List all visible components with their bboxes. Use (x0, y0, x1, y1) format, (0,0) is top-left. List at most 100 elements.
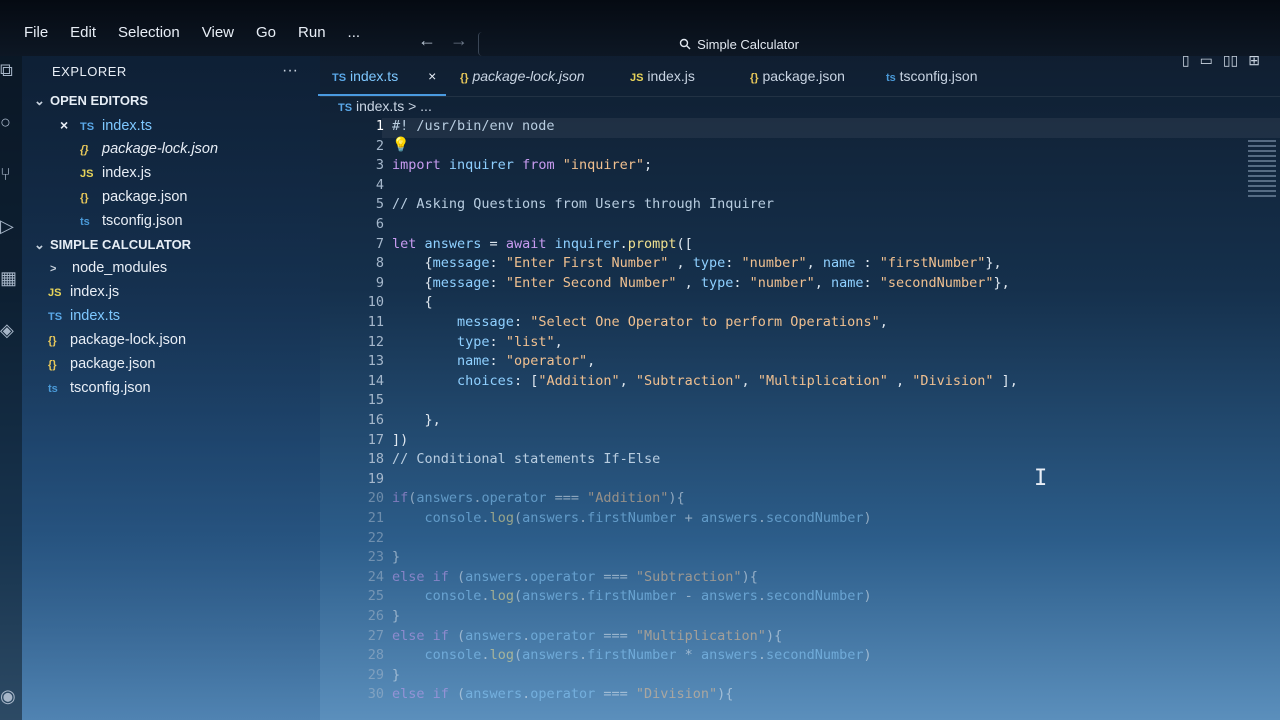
code-token: ( (457, 568, 466, 585)
tree-item[interactable]: JS index.js (48, 284, 119, 300)
menu-view[interactable]: View (202, 24, 234, 41)
code-token: type (692, 255, 726, 272)
search-view-icon[interactable]: ○ (0, 112, 22, 133)
code-token: message (432, 274, 490, 291)
tab-tsconfig-json[interactable]: ts tsconfig.json (886, 68, 978, 84)
open-editor-item[interactable]: ts tsconfig.json (80, 213, 183, 229)
tab-package-json[interactable]: {} package.json (750, 68, 845, 84)
code-line[interactable]: 2 (320, 138, 1280, 158)
code-text: } (392, 549, 400, 565)
code-line[interactable]: 29} (320, 667, 1280, 687)
code-line[interactable]: 26} (320, 608, 1280, 628)
tree-item[interactable]: {} package.json (48, 356, 155, 372)
code-line[interactable]: 3 import inquirer from "inquirer"; (320, 157, 1280, 177)
code-token: // Conditional statements If-Else (392, 451, 661, 468)
code-token: type (700, 274, 734, 291)
code-text: console.log(answers.firstNumber - answer… (392, 588, 872, 604)
line-number: 13 (367, 353, 384, 370)
code-text: ]) (392, 432, 408, 448)
explorer-more-icon[interactable]: ··· (282, 62, 298, 80)
breadcrumb-symbols[interactable]: ... (420, 98, 432, 114)
tree-item-folder[interactable]: > node_modules (50, 260, 167, 276)
open-editor-item[interactable]: {} package.json (80, 189, 187, 205)
line-number: 23 (367, 549, 384, 566)
tab-index-js[interactable]: JS index.js (630, 68, 695, 84)
code-line[interactable]: 20 if(answers.operator === "Addition"){ (320, 490, 1280, 510)
code-line[interactable]: 10 { (320, 294, 1280, 314)
lightbulb-icon[interactable]: 💡 (392, 136, 409, 153)
menu-more[interactable]: ... (348, 24, 361, 41)
open-editor-item[interactable]: × TS index.ts (60, 117, 152, 134)
code-text: name: "operator", (392, 353, 595, 369)
code-line[interactable]: 28 console.log(answers.firstNumber * ans… (320, 647, 1280, 667)
code-line[interactable]: 1 #! /usr/bin/env node (320, 118, 1280, 138)
code-line[interactable]: 24 else if (answers.operator === "Subtrac… (320, 569, 1280, 589)
code-line[interactable]: 9 {message: "Enter Second Number" , type… (320, 275, 1280, 295)
code-line[interactable]: 8 {message: "Enter First Number" , type:… (320, 255, 1280, 275)
code-line[interactable]: 25 console.log(answers.firstNumber - ans… (320, 588, 1280, 608)
open-editor-item[interactable]: JS index.js (80, 165, 151, 181)
account-icon[interactable]: ◉ (0, 686, 22, 707)
menu-file[interactable]: File (24, 24, 48, 41)
code-line[interactable]: 12 type: "list", (320, 334, 1280, 354)
run-debug-icon[interactable]: ▷ (0, 216, 22, 237)
project-section[interactable]: ⌄ SIMPLE CALCULATOR (34, 237, 191, 253)
open-editors-section[interactable]: ⌄ OPEN EDITORS (34, 93, 148, 109)
forward-arrow-icon[interactable]: → (450, 30, 468, 51)
close-icon[interactable]: × (428, 68, 436, 84)
command-center[interactable]: Simple Calculator (478, 32, 999, 56)
tab-package-lock-json[interactable]: {} package-lock.json (460, 68, 585, 84)
python-icon[interactable]: ◈ (0, 320, 22, 341)
code-text: let answers = await inquirer.prompt([ (392, 236, 693, 252)
json-file-icon: {} (750, 72, 759, 84)
code-token: : (489, 274, 506, 291)
code-token: : [ (513, 372, 539, 389)
code-line[interactable]: 30 else if (answers.operator === "Divisio… (320, 686, 1280, 706)
code-line[interactable]: 7 let answers = await inquirer.prompt([ (320, 236, 1280, 256)
open-editor-item[interactable]: {} package-lock.json (80, 141, 218, 157)
code-line[interactable]: 21 console.log(answers.firstNumber + ans… (320, 510, 1280, 530)
code-line[interactable]: 22 (320, 530, 1280, 550)
editor-tabs: TS index.ts × {} package-lock.json JS in… (320, 60, 1280, 97)
code-line[interactable]: 15 (320, 392, 1280, 412)
code-token: , (806, 255, 823, 272)
code-line[interactable]: 11 message: "Select One Operator to perf… (320, 314, 1280, 334)
menu-edit[interactable]: Edit (70, 24, 96, 41)
tab-label: package.json (762, 68, 845, 84)
line-number: 5 (375, 196, 384, 213)
code-line[interactable]: 17]) (320, 432, 1280, 452)
minimap[interactable] (1248, 140, 1276, 200)
code-line[interactable]: 14 choices: ["Addition", "Subtraction", … (320, 373, 1280, 393)
code-token: await (505, 235, 555, 252)
source-control-icon[interactable]: ⑂ (0, 164, 22, 185)
close-icon[interactable]: × (60, 117, 80, 133)
tree-item[interactable]: ts tsconfig.json (48, 380, 151, 396)
tree-item[interactable]: TS index.ts (48, 308, 120, 324)
code-line[interactable]: 13 name: "operator", (320, 353, 1280, 373)
tab-index-ts[interactable]: TS index.ts × (332, 68, 436, 84)
back-arrow-icon[interactable]: ← (418, 30, 436, 51)
extensions-icon[interactable]: ▦ (0, 268, 22, 289)
menu-run[interactable]: Run (298, 24, 326, 41)
tree-item[interactable]: {} package-lock.json (48, 332, 186, 348)
code-line[interactable]: 23} (320, 549, 1280, 569)
code-line[interactable]: 16 }, (320, 412, 1280, 432)
typescript-file-icon: TS (338, 102, 353, 114)
code-token: answers (424, 235, 490, 252)
code-line[interactable]: 18 // Conditional statements If-Else (320, 451, 1280, 471)
code-editor[interactable]: 1 #! /usr/bin/env node 2 3 import inquirer f… (320, 118, 1280, 720)
explorer-icon[interactable]: ⧉ (0, 60, 22, 81)
code-line[interactable]: 5 // Asking Questions from Users through … (320, 196, 1280, 216)
code-line[interactable]: 19 (320, 471, 1280, 491)
menu-go[interactable]: Go (256, 24, 276, 41)
code-token: } (392, 666, 401, 683)
code-line[interactable]: 27 else if (answers.operator === "Multipl… (320, 628, 1280, 648)
code-text: import inquirer from "inquirer"; (392, 157, 652, 173)
menu-selection[interactable]: Selection (118, 24, 180, 41)
code-token: firstNumber (587, 647, 677, 664)
code-line[interactable]: 6 (320, 216, 1280, 236)
breadcrumb-file[interactable]: index.ts (356, 98, 404, 114)
code-token: : (733, 274, 750, 291)
code-line[interactable]: 4 (320, 177, 1280, 197)
